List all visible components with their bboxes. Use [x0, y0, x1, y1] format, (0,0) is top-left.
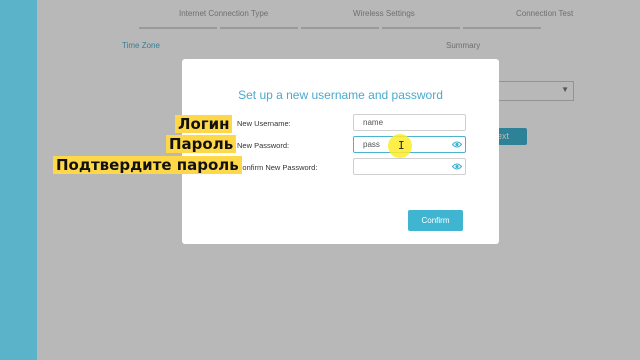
- confirm-password-input[interactable]: [353, 158, 466, 175]
- password-label: New Password:: [237, 141, 290, 150]
- sidebar: [0, 0, 37, 360]
- caption-password: Пароль: [166, 135, 237, 153]
- username-label: New Username:: [237, 119, 291, 128]
- eye-icon[interactable]: [452, 140, 462, 149]
- text-cursor-icon: I: [398, 139, 405, 152]
- username-input[interactable]: name: [353, 114, 466, 131]
- caption-login: Логин: [175, 115, 233, 133]
- password-value: pass: [363, 140, 380, 149]
- caption-confirm-password: Подтвердите пароль: [53, 156, 242, 174]
- confirm-password-label: Confirm New Password:: [237, 163, 318, 172]
- eye-icon[interactable]: [452, 162, 462, 171]
- confirm-button[interactable]: Confirm: [408, 210, 463, 231]
- dialog-title: Set up a new username and password: [238, 88, 443, 102]
